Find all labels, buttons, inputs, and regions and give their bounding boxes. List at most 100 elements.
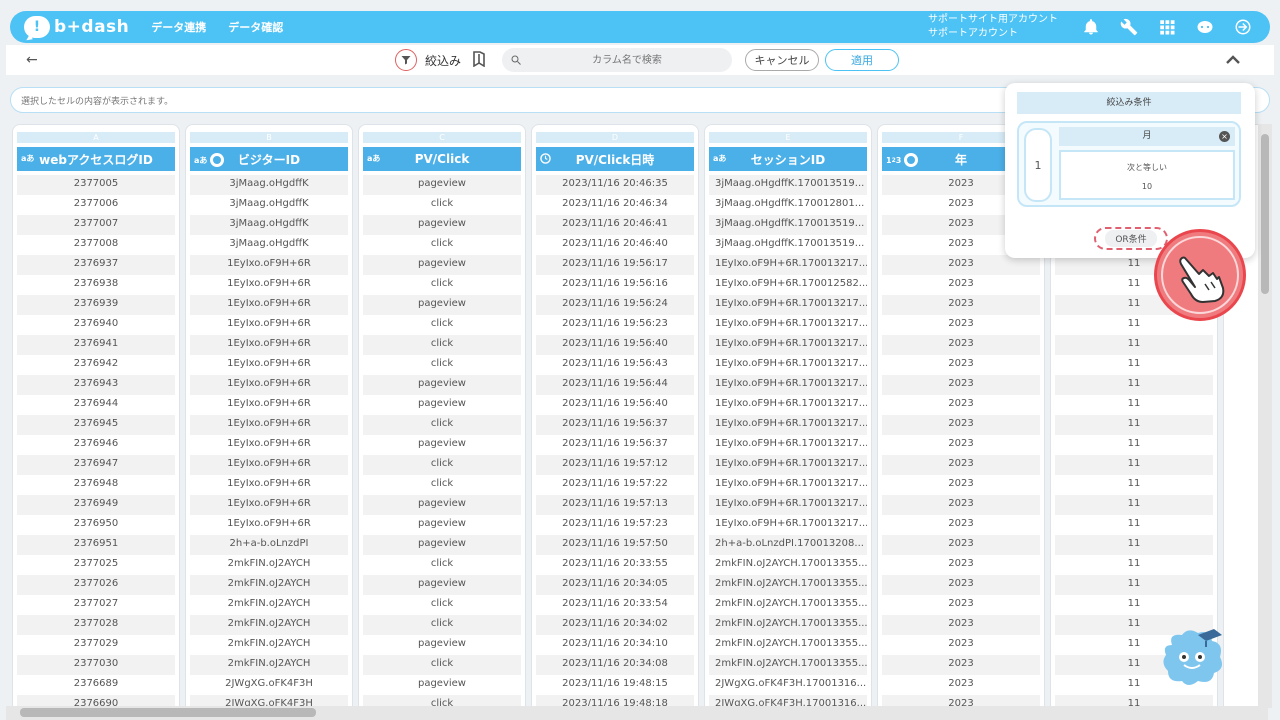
grid-cell[interactable]: 2023/11/16 19:56:43 — [536, 355, 694, 375]
grid-cell[interactable]: pageview — [363, 255, 521, 275]
grid-cell[interactable]: 2023 — [882, 395, 1040, 415]
grid-cell[interactable]: pageview — [363, 435, 521, 455]
grid-cell[interactable]: 3jMaag.oHgdffK — [190, 195, 348, 215]
grid-cell[interactable]: 2023 — [882, 575, 1040, 595]
grid-cell[interactable]: 2023 — [882, 435, 1040, 455]
grid-cell[interactable]: pageview — [363, 395, 521, 415]
grid-cell[interactable]: 2023/11/16 20:34:05 — [536, 575, 694, 595]
grid-cell[interactable]: 2023 — [882, 515, 1040, 535]
grid-cell[interactable]: 2376942 — [17, 355, 175, 375]
column-header[interactable]: aあ セッションID — [709, 147, 867, 171]
grid-cell[interactable]: 1EyIxo.oF9H+6R — [190, 515, 348, 535]
grid-cell[interactable]: 2mkFIN.oJ2AYCH.170013355... — [709, 555, 867, 575]
grid-cell[interactable]: 2023 — [882, 555, 1040, 575]
apply-button[interactable]: 適用 — [825, 49, 899, 71]
grid-cell[interactable]: pageview — [363, 215, 521, 235]
mascot-icon[interactable] — [1160, 627, 1226, 689]
grid-cell[interactable]: 2023 — [882, 655, 1040, 675]
condition-detail[interactable]: 次と等しい 10 — [1059, 150, 1235, 200]
grid-cell[interactable]: 1EyIxo.oF9H+6R — [190, 495, 348, 515]
grid-cell[interactable]: 2377007 — [17, 215, 175, 235]
grid-cell[interactable]: 1EyIxo.oF9H+6R — [190, 375, 348, 395]
column-header[interactable]: aあ ビジターID — [190, 147, 348, 171]
grid-cell[interactable]: 2376946 — [17, 435, 175, 455]
nav-data-check[interactable]: データ確認 — [228, 19, 283, 35]
bookmark-icon[interactable] — [472, 51, 486, 67]
grid-cell[interactable]: 2023 — [882, 375, 1040, 395]
grid-cell[interactable]: 2377029 — [17, 635, 175, 655]
grid-cell[interactable]: 2023 — [882, 355, 1040, 375]
back-arrow-icon[interactable]: ← — [26, 52, 38, 68]
grid-cell[interactable]: 3jMaag.oHgdffK.170013519... — [709, 175, 867, 195]
account-info[interactable]: サポートサイト用アカウント サポートアカウント — [928, 13, 1058, 41]
grid-cell[interactable]: pageview — [363, 375, 521, 395]
grid-cell[interactable]: 2023/11/16 20:46:40 — [536, 235, 694, 255]
grid-cell[interactable]: 1EyIxo.oF9H+6R — [190, 435, 348, 455]
horizontal-scrollbar[interactable] — [6, 706, 1268, 720]
column-letter[interactable]: B — [190, 132, 348, 143]
grid-cell[interactable]: 2JWgXG.oFK4F3H — [190, 675, 348, 695]
grid-cell[interactable]: 1EyIxo.oF9H+6R — [190, 315, 348, 335]
grid-icon[interactable] — [1156, 16, 1178, 38]
grid-cell[interactable]: click — [363, 595, 521, 615]
grid-cell[interactable]: 2376689 — [17, 675, 175, 695]
wrench-icon[interactable] — [1118, 16, 1140, 38]
grid-cell[interactable]: 2023 — [882, 315, 1040, 335]
grid-cell[interactable]: 1EyIxo.oF9H+6R.170013217... — [709, 355, 867, 375]
grid-cell[interactable]: 2mkFIN.oJ2AYCH.170013355... — [709, 655, 867, 675]
grid-cell[interactable]: pageview — [363, 295, 521, 315]
grid-cell[interactable]: 2377028 — [17, 615, 175, 635]
grid-cell[interactable]: 2mkFIN.oJ2AYCH — [190, 575, 348, 595]
horizontal-scroll-thumb[interactable] — [20, 708, 316, 717]
grid-cell[interactable]: 2h+a-b.oLnzdPI — [190, 535, 348, 555]
grid-cell[interactable]: 2023 — [882, 595, 1040, 615]
grid-cell[interactable]: 2mkFIN.oJ2AYCH — [190, 615, 348, 635]
grid-cell[interactable]: click — [363, 415, 521, 435]
grid-cell[interactable]: click — [363, 195, 521, 215]
grid-cell[interactable]: 2023/11/16 20:46:35 — [536, 175, 694, 195]
filter-label[interactable]: 絞込み — [425, 52, 461, 69]
grid-cell[interactable]: click — [363, 315, 521, 335]
grid-cell[interactable]: 2377027 — [17, 595, 175, 615]
grid-cell[interactable]: 2376949 — [17, 495, 175, 515]
grid-cell[interactable]: 2mkFIN.oJ2AYCH — [190, 655, 348, 675]
grid-cell[interactable]: 2mkFIN.oJ2AYCH — [190, 555, 348, 575]
grid-cell[interactable]: 2023/11/16 19:57:23 — [536, 515, 694, 535]
vertical-scroll-thumb[interactable] — [1261, 134, 1269, 294]
grid-cell[interactable]: 2023/11/16 19:57:22 — [536, 475, 694, 495]
grid-cell[interactable]: click — [363, 335, 521, 355]
grid-cell[interactable]: 3jMaag.oHgdffK — [190, 235, 348, 255]
grid-cell[interactable]: 11 — [1055, 455, 1213, 475]
grid-cell[interactable]: 2023/11/16 19:56:44 — [536, 375, 694, 395]
grid-cell[interactable]: 2023/11/16 19:56:24 — [536, 295, 694, 315]
grid-cell[interactable]: click — [363, 275, 521, 295]
grid-cell[interactable]: 2023/11/16 20:46:34 — [536, 195, 694, 215]
grid-cell[interactable]: 1EyIxo.oF9H+6R.170013217... — [709, 415, 867, 435]
grid-cell[interactable]: 11 — [1055, 355, 1213, 375]
grid-cell[interactable]: 11 — [1055, 555, 1213, 575]
grid-cell[interactable]: click — [363, 455, 521, 475]
grid-cell[interactable]: 2023/11/16 19:56:17 — [536, 255, 694, 275]
column-letter[interactable]: E — [709, 132, 867, 143]
grid-cell[interactable]: 1EyIxo.oF9H+6R.170013217... — [709, 455, 867, 475]
grid-cell[interactable]: 2377026 — [17, 575, 175, 595]
grid-cell[interactable]: 2023 — [882, 495, 1040, 515]
grid-cell[interactable]: 3jMaag.oHgdffK.170012801... — [709, 195, 867, 215]
grid-cell[interactable]: 2376944 — [17, 395, 175, 415]
nav-data-integration[interactable]: データ連携 — [151, 19, 206, 35]
grid-cell[interactable]: pageview — [363, 495, 521, 515]
grid-cell[interactable]: 2023 — [882, 475, 1040, 495]
grid-cell[interactable]: 2377005 — [17, 175, 175, 195]
grid-cell[interactable]: 2376940 — [17, 315, 175, 335]
grid-cell[interactable]: 2023 — [882, 335, 1040, 355]
grid-cell[interactable]: 11 — [1055, 515, 1213, 535]
grid-cell[interactable]: click — [363, 655, 521, 675]
logout-icon[interactable] — [1232, 16, 1254, 38]
grid-cell[interactable]: 1EyIxo.oF9H+6R.170012582... — [709, 275, 867, 295]
grid-cell[interactable]: 11 — [1055, 435, 1213, 455]
app-logo[interactable]: ! b+dash — [24, 16, 129, 38]
grid-cell[interactable]: click — [363, 235, 521, 255]
grid-cell[interactable]: 1EyIxo.oF9H+6R — [190, 255, 348, 275]
grid-cell[interactable]: 11 — [1055, 395, 1213, 415]
grid-cell[interactable]: 1EyIxo.oF9H+6R — [190, 475, 348, 495]
